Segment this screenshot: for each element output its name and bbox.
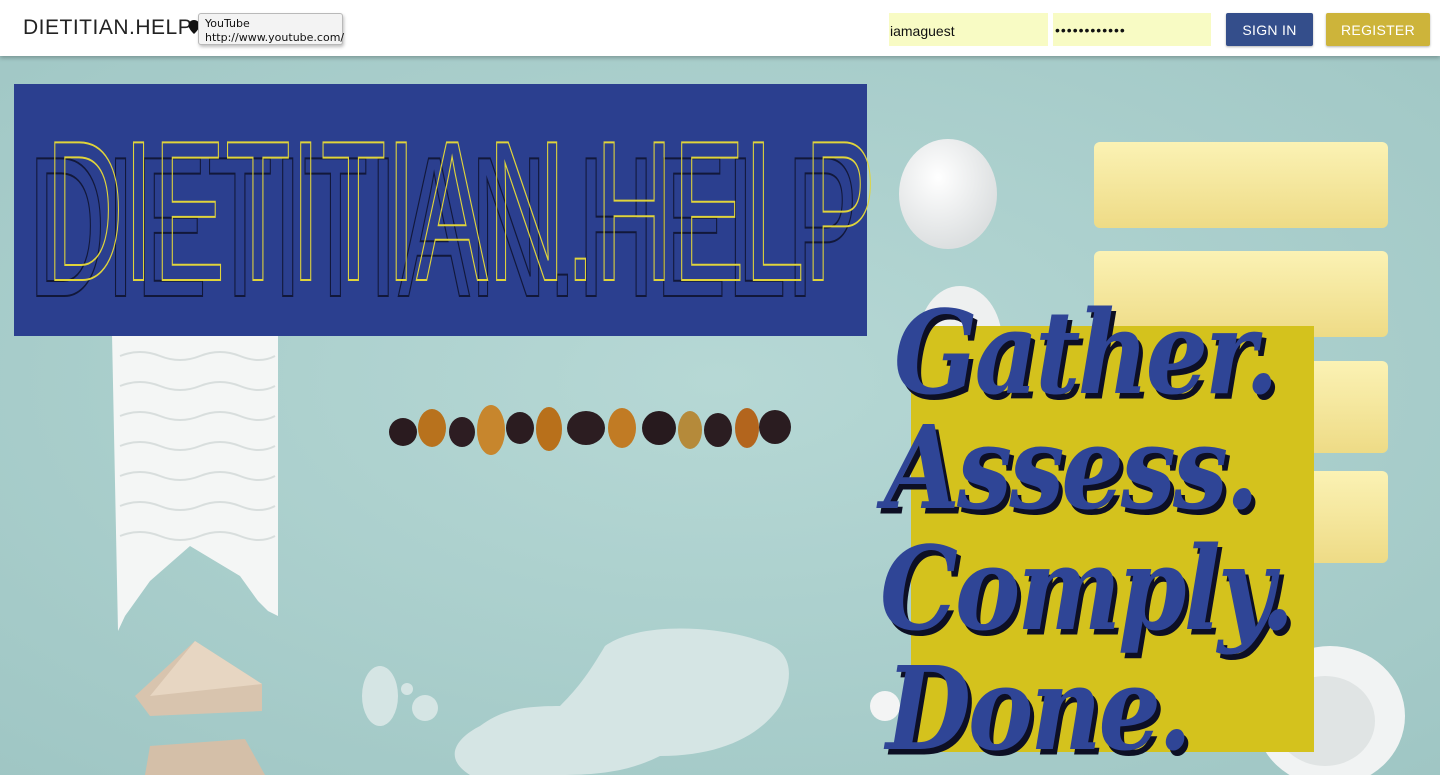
logo-banner: DIETITIAN.HELP DIETITIAN.HELP — [14, 84, 877, 340]
tooltip-url: http://www.youtube.com/ — [205, 31, 345, 44]
top-bar: DIETITIAN.HELP YouTube http://www.youtub… — [0, 0, 1440, 56]
password-input[interactable] — [1053, 13, 1211, 46]
tooltip-title: YouTube — [205, 17, 250, 30]
slogan-line-assess: Assess. — [884, 400, 1259, 537]
logo-wordmark-text: DIETITIAN.HELP — [46, 100, 876, 323]
link-tooltip: YouTube http://www.youtube.com/ — [198, 13, 345, 45]
slogan: Gather. Assess. Comply. Done. — [880, 286, 1440, 775]
sign-in-button[interactable]: SIGN IN — [1226, 13, 1313, 46]
slogan-line-done: Done. — [886, 641, 1192, 775]
brand-name[interactable]: DIETITIAN.HELP — [23, 16, 192, 40]
register-button[interactable]: REGISTER — [1326, 13, 1430, 46]
hero-section: DIETITIAN.HELP DIETITIAN.HELP Gather. As… — [0, 56, 1440, 775]
slogan-line-comply: Comply. — [880, 521, 1295, 658]
slogan-line-gather: Gather. — [894, 285, 1279, 422]
username-input[interactable] — [889, 13, 1048, 46]
logo-wordmark: DIETITIAN.HELP DIETITIAN.HELP — [27, 99, 877, 340]
